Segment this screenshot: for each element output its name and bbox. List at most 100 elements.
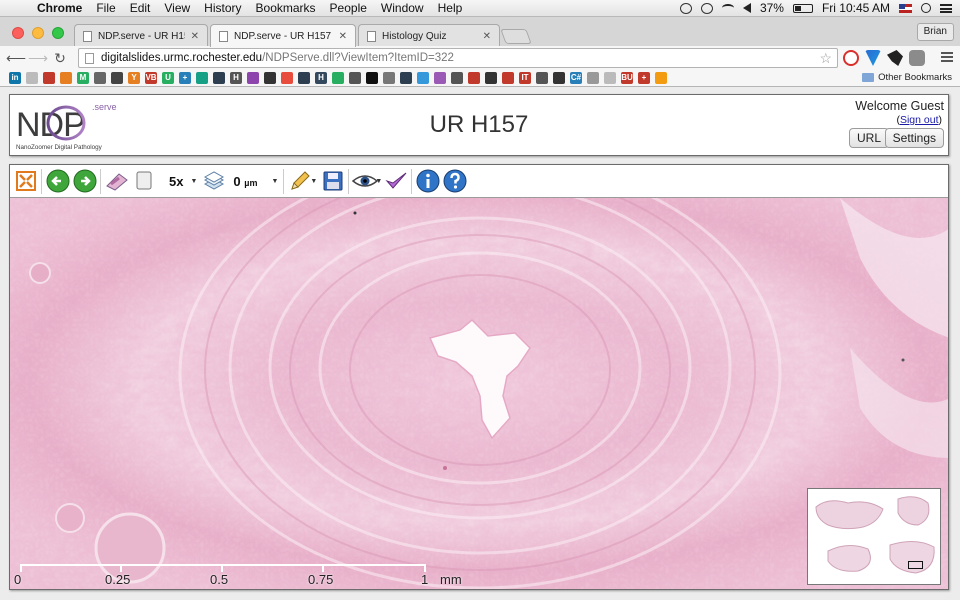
bookmark-25-icon[interactable] — [417, 72, 429, 84]
bookmark-15-icon[interactable] — [247, 72, 259, 84]
forward-arrow-icon[interactable]: ⟶ — [27, 50, 49, 67]
magnification-value[interactable]: 5x — [157, 174, 187, 189]
bookmark-17-icon[interactable] — [281, 72, 293, 84]
bookmark-21-icon[interactable] — [349, 72, 361, 84]
overview-map[interactable] — [807, 488, 941, 585]
chrome-menu-icon[interactable] — [941, 52, 953, 62]
tab-ur-h155[interactable]: NDP.serve - UR H155 ✕ — [74, 24, 208, 47]
bookmark-10-icon[interactable]: U — [162, 72, 174, 84]
magnification-dropdown-icon[interactable]: ▼ — [190, 178, 197, 185]
bookmark-24-icon[interactable] — [400, 72, 412, 84]
view-options-button[interactable] — [351, 168, 378, 195]
bookmark-22-icon[interactable] — [366, 72, 378, 84]
spotlight-icon[interactable] — [921, 3, 931, 13]
approve-checkmark-button[interactable] — [382, 168, 409, 195]
menu-file[interactable]: File — [89, 0, 122, 17]
bookmark-39-icon[interactable] — [655, 72, 667, 84]
menu-history[interactable]: History — [197, 0, 248, 17]
bookmark-27-icon[interactable] — [451, 72, 463, 84]
focus-dropdown-icon[interactable]: ▼ — [271, 178, 278, 185]
opera-extension-icon[interactable] — [843, 50, 859, 66]
minimize-window-button[interactable] — [32, 27, 44, 39]
bookmark-38-icon[interactable]: + — [638, 72, 650, 84]
info-button[interactable] — [414, 168, 441, 195]
bookmark-34-icon[interactable]: C# — [570, 72, 582, 84]
wifi-icon[interactable] — [721, 4, 734, 12]
linkedin-icon[interactable]: in — [9, 72, 21, 84]
pocket-extension-icon[interactable] — [909, 50, 925, 66]
back-arrow-icon[interactable]: ⟵ — [5, 50, 27, 67]
previous-slide-button[interactable] — [44, 168, 71, 195]
overview-viewport-box[interactable] — [908, 561, 923, 569]
focus-depth-readout[interactable]: 0 µm — [227, 174, 261, 189]
help-button[interactable] — [441, 168, 468, 195]
url-button[interactable]: URL — [848, 128, 889, 148]
bookmark-14-icon[interactable]: H — [230, 72, 242, 84]
settings-button[interactable]: Settings — [884, 128, 944, 148]
bookmark-11-icon[interactable]: + — [179, 72, 191, 84]
close-window-button[interactable] — [12, 27, 24, 39]
input-source-flag-icon[interactable] — [899, 3, 912, 13]
battery-percent[interactable]: 37% — [760, 1, 784, 15]
tab-close-icon[interactable]: ✕ — [191, 31, 199, 42]
menu-view[interactable]: View — [157, 0, 197, 17]
bookmark-28-icon[interactable] — [468, 72, 480, 84]
cursor-extension-icon[interactable] — [887, 50, 903, 66]
volume-icon[interactable] — [742, 3, 751, 13]
bookmark-4-icon[interactable] — [60, 72, 72, 84]
annotate-pen-button[interactable] — [286, 168, 313, 195]
sign-out-link[interactable]: Sign out — [900, 114, 939, 126]
reload-icon[interactable]: ↻ — [49, 50, 71, 67]
bookmark-29-icon[interactable] — [485, 72, 497, 84]
bookmark-31-icon[interactable]: IT — [519, 72, 531, 84]
vpn-extension-icon[interactable] — [865, 50, 881, 66]
bookmark-9-icon[interactable]: VB — [145, 72, 157, 84]
focus-layers-button[interactable] — [200, 168, 227, 195]
bookmark-19-icon[interactable]: H — [315, 72, 327, 84]
battery-icon[interactable] — [792, 3, 813, 13]
menu-window[interactable]: Window — [374, 0, 431, 17]
bookmark-star-icon[interactable]: ☆ — [819, 50, 832, 67]
bookmark-37-icon[interactable]: BU — [621, 72, 633, 84]
fit-to-window-button[interactable] — [12, 168, 39, 195]
other-bookmarks[interactable]: Other Bookmarks — [862, 72, 952, 83]
timemachine-icon[interactable] — [700, 2, 713, 14]
bookmark-33-icon[interactable] — [553, 72, 565, 84]
bookmark-26-icon[interactable] — [434, 72, 446, 84]
save-button[interactable] — [319, 168, 346, 195]
bookmark-6-icon[interactable] — [94, 72, 106, 84]
zoom-window-button[interactable] — [52, 27, 64, 39]
page-info-icon[interactable] — [85, 52, 94, 64]
slide-label-button[interactable] — [130, 168, 157, 195]
sync-icon[interactable] — [679, 2, 692, 14]
bookmark-23-icon[interactable] — [383, 72, 395, 84]
slide-thumbnail-button[interactable] — [103, 168, 130, 195]
bookmark-32-icon[interactable] — [536, 72, 548, 84]
slide-image[interactable]: 0 0.25 0.5 0.75 1 mm — [10, 198, 948, 589]
tab-ur-h157[interactable]: NDP.serve - UR H157 ✕ — [210, 24, 356, 47]
bookmark-8-icon[interactable]: Y — [128, 72, 140, 84]
notification-center-icon[interactable] — [940, 3, 952, 13]
bookmark-20-icon[interactable] — [332, 72, 344, 84]
bookmark-16-icon[interactable] — [264, 72, 276, 84]
menu-help[interactable]: Help — [431, 0, 470, 17]
menu-edit[interactable]: Edit — [123, 0, 158, 17]
next-slide-button[interactable] — [71, 168, 98, 195]
bookmark-36-icon[interactable] — [604, 72, 616, 84]
tab-close-icon[interactable]: ✕ — [339, 31, 347, 42]
bookmark-12-icon[interactable] — [196, 72, 208, 84]
bookmark-18-icon[interactable] — [298, 72, 310, 84]
profile-button[interactable]: Brian — [916, 23, 954, 41]
bookmark-7-icon[interactable] — [111, 72, 123, 84]
menu-people[interactable]: People — [323, 0, 374, 17]
new-tab-button[interactable] — [500, 29, 532, 44]
bookmark-5-icon[interactable]: M — [77, 72, 89, 84]
bookmark-35-icon[interactable] — [587, 72, 599, 84]
tab-histology-quiz[interactable]: Histology Quiz ✕ — [358, 24, 500, 47]
bookmark-13-icon[interactable] — [213, 72, 225, 84]
bookmark-3-icon[interactable] — [43, 72, 55, 84]
menu-app-chrome[interactable]: Chrome — [30, 0, 89, 17]
menu-bookmarks[interactable]: Bookmarks — [249, 0, 323, 17]
clock[interactable]: Fri 10:45 AM — [822, 1, 890, 15]
bookmark-2-icon[interactable] — [26, 72, 38, 84]
